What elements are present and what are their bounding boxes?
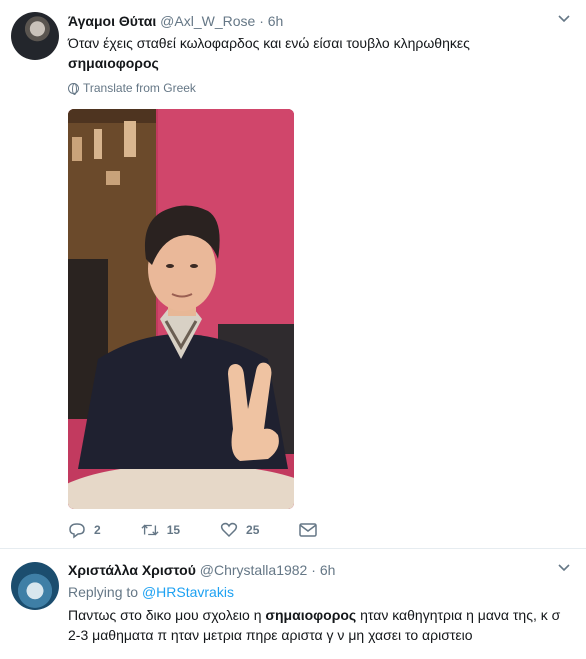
tweet-text-bold: σημαιοφορος	[68, 55, 159, 71]
user-name[interactable]: Χριστάλλα Χριστού	[68, 562, 196, 578]
tweet-timestamp[interactable]: 6h	[268, 13, 284, 29]
tweet[interactable]: Άγαμοι Θύται @Axl_W_Rose · 6h Όταν έχεις…	[0, 0, 586, 549]
user-handle[interactable]: @Axl_W_Rose	[160, 13, 255, 29]
replying-to-label: Replying to	[68, 584, 139, 600]
chevron-down-icon[interactable]	[558, 563, 570, 573]
user-name[interactable]: Άγαμοι Θύται	[68, 13, 156, 29]
avatar[interactable]	[11, 562, 59, 610]
retweet-icon	[141, 521, 159, 539]
tweet-text-plain: Όταν έχεις σταθεί κωλοφαρδος και ενώ είσ…	[68, 35, 470, 51]
avatar[interactable]	[11, 12, 59, 60]
tweet-photo[interactable]	[68, 109, 294, 509]
tweet-text: Παντως στο δικο μου σχολειο η σημαιοφορο…	[68, 605, 568, 645]
tweet-header: Άγαμοι Θύται @Axl_W_Rose · 6h	[68, 12, 283, 30]
reply-button[interactable]: 2	[68, 521, 101, 539]
replying-to-handle-link[interactable]: @HRStavrakis	[142, 584, 234, 600]
dm-button[interactable]	[299, 521, 318, 539]
separator-dot: ·	[259, 13, 264, 29]
heart-icon	[220, 521, 238, 539]
like-count: 25	[246, 523, 260, 537]
tweet-timestamp[interactable]: 6h	[320, 562, 336, 578]
envelope-icon	[299, 521, 318, 539]
tweet-text: Όταν έχεις σταθεί κωλοφαρδος και ενώ είσ…	[68, 33, 568, 73]
retweet-button[interactable]: 15	[141, 521, 180, 539]
user-handle[interactable]: @Chrystalla1982	[200, 562, 308, 578]
chevron-down-icon[interactable]	[558, 14, 570, 24]
separator-dot: ·	[311, 562, 316, 578]
tweet-actions: 2 15 25	[68, 521, 357, 539]
globe-icon	[68, 82, 79, 95]
retweet-count: 15	[166, 523, 181, 537]
tweet-text-bold: σημαιοφορος	[265, 607, 357, 623]
replying-to: Replying to @HRStavrakis	[68, 584, 234, 600]
reply-count: 2	[94, 523, 101, 537]
like-button[interactable]: 25	[220, 521, 259, 539]
reply-icon	[68, 521, 86, 539]
translate-link[interactable]: Translate from Greek	[68, 81, 196, 95]
translate-label: Translate from Greek	[83, 81, 196, 95]
tweet-header: Χριστάλλα Χριστού @Chrystalla1982 · 6h	[68, 561, 335, 579]
tweet-text-before: Παντως στο δικο μου σχολειο η	[68, 607, 266, 623]
